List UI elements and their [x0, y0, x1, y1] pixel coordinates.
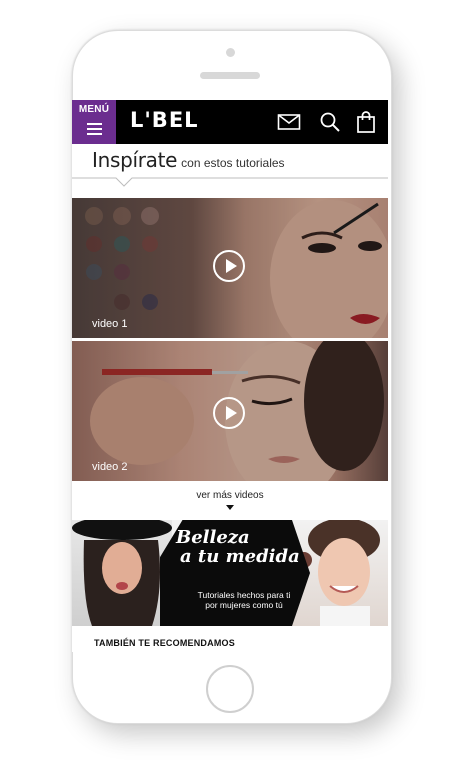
- chevron-down-icon[interactable]: [226, 505, 234, 510]
- video-label-2: video 2: [92, 461, 128, 473]
- promo-headline: Belleza a tu medida: [176, 528, 306, 566]
- hamburger-icon: [87, 123, 102, 135]
- video-card-1[interactable]: video 1: [72, 198, 388, 338]
- promo-subtitle: Tutoriales hechos para ti por mujeres co…: [184, 590, 304, 610]
- earpiece-speaker: [200, 72, 260, 79]
- model-portrait-left: [72, 520, 172, 626]
- home-button[interactable]: [206, 665, 254, 713]
- recommendations-heading: TAMBIÉN TE RECOMENDAMOS: [94, 638, 235, 648]
- play-icon[interactable]: [213, 250, 245, 282]
- app-header: MENÚ L'BEL: [72, 100, 388, 144]
- promo-model-left: [72, 520, 172, 626]
- play-icon[interactable]: [213, 397, 245, 429]
- search-icon[interactable]: [318, 110, 342, 134]
- promo-subtitle-line1: Tutoriales hechos para ti: [197, 590, 291, 600]
- shopping-bag-icon[interactable]: [354, 110, 378, 134]
- brand-logo[interactable]: L'BEL: [130, 108, 199, 132]
- more-videos-link[interactable]: ver más videos: [72, 490, 388, 501]
- video-label-1: video 1: [92, 318, 128, 330]
- phone-screen: MENÚ L'BEL Inspírate con estos tutoriales: [72, 100, 388, 652]
- front-camera: [226, 48, 235, 57]
- section-title-main: Inspírate: [92, 148, 178, 172]
- promo-headline-line1: Belleza: [176, 527, 250, 548]
- title-divider: [72, 177, 388, 187]
- menu-button[interactable]: MENÚ: [72, 100, 116, 144]
- mail-icon[interactable]: [277, 110, 301, 134]
- promo-headline-line2: a tu medida: [180, 546, 300, 567]
- section-title-sub: con estos tutoriales: [181, 156, 285, 170]
- section-title: Inspírate con estos tutoriales: [92, 148, 285, 172]
- promo-subtitle-line2: por mujeres como tú: [205, 600, 283, 610]
- promo-banner[interactable]: Belleza a tu medida Tutoriales hechos pa…: [72, 520, 388, 626]
- video-card-2[interactable]: video 2: [72, 341, 388, 481]
- menu-label: MENÚ: [78, 104, 110, 115]
